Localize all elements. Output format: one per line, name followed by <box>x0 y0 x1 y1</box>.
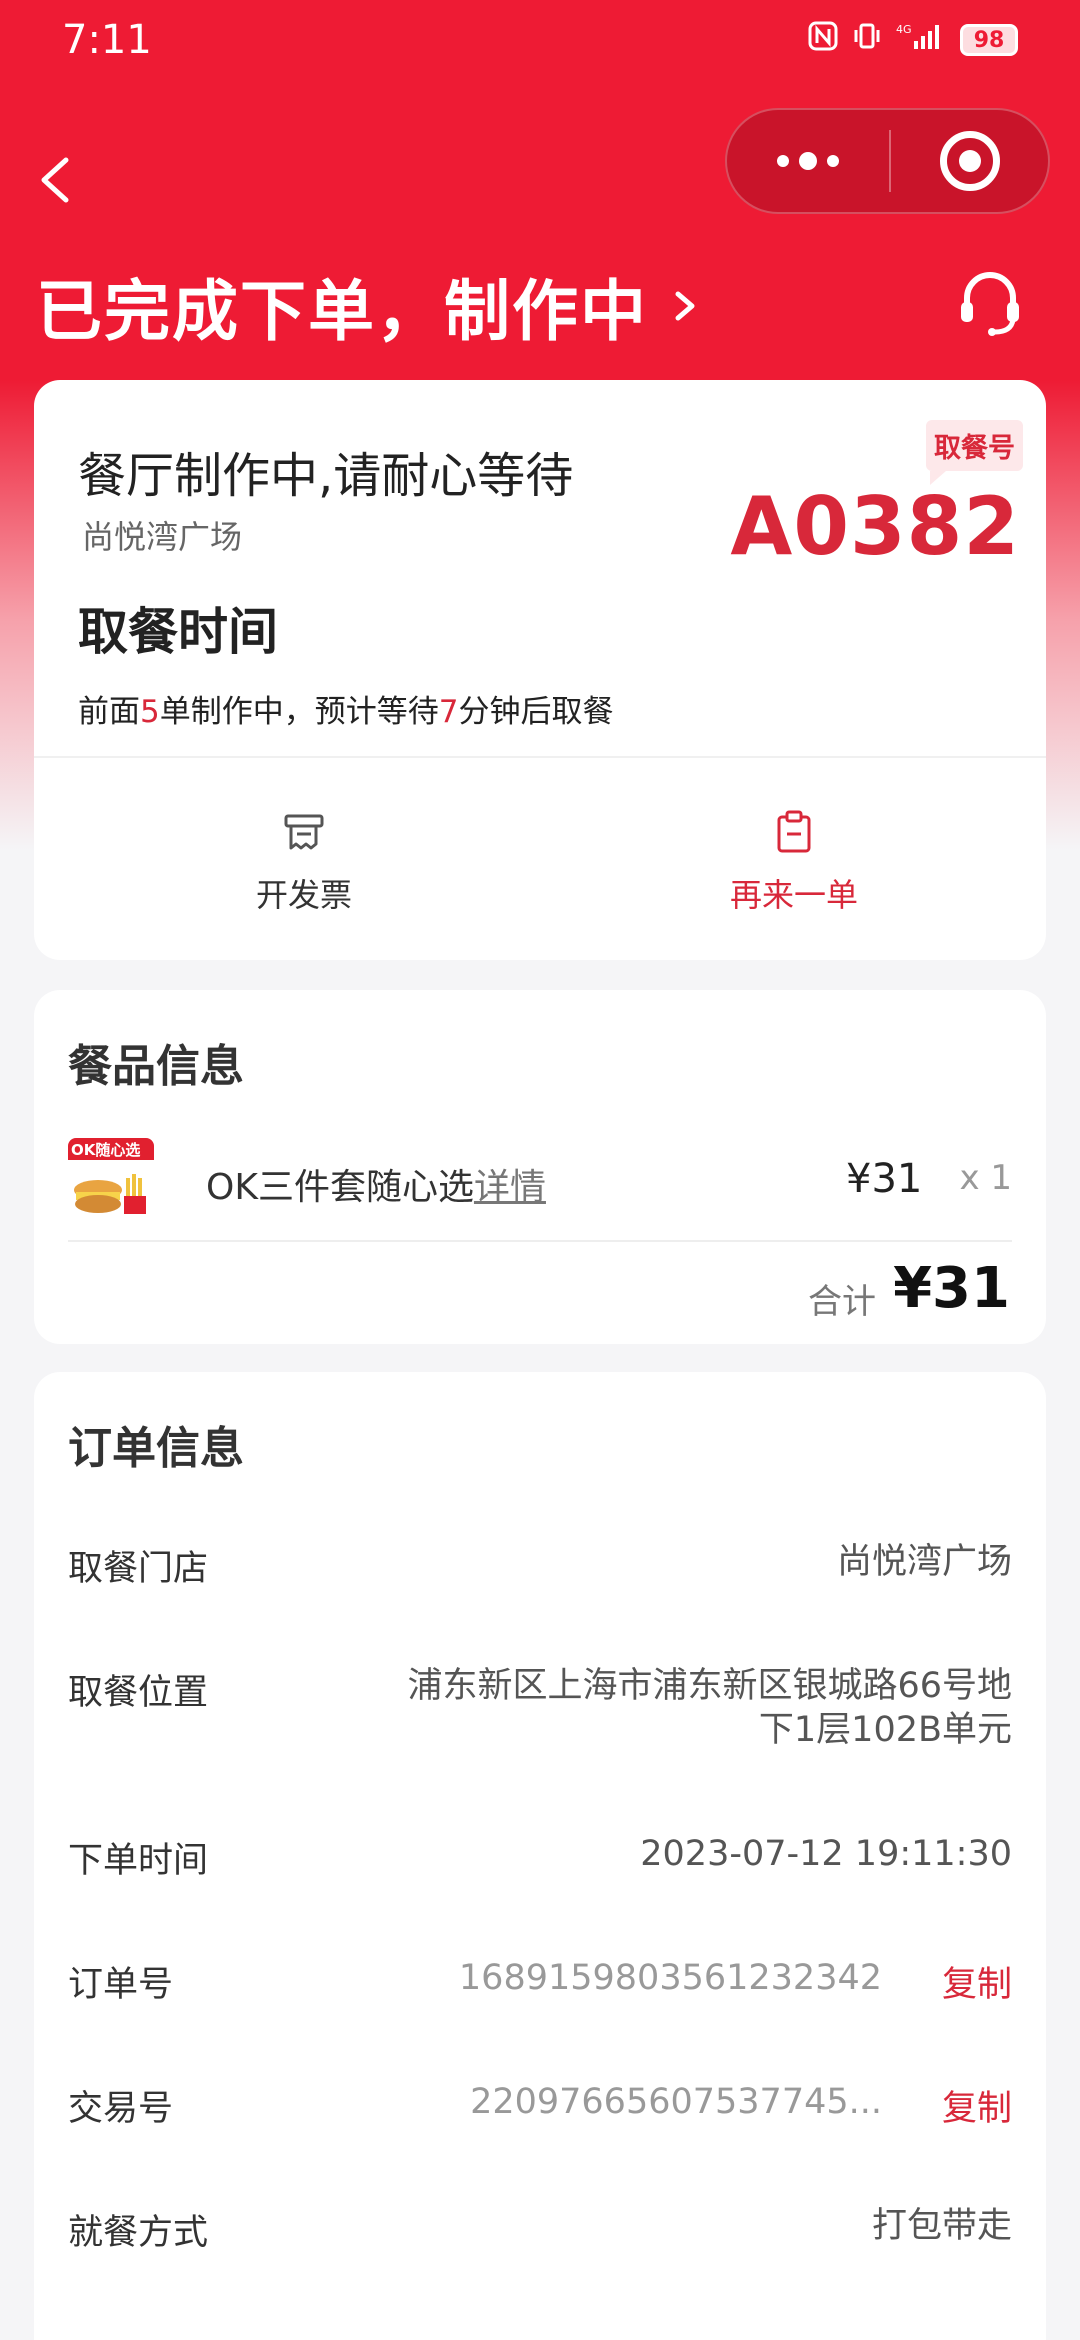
wait-prefix: 前面 <box>78 694 140 730</box>
copy-transaction-button[interactable]: 复制 <box>942 2080 1012 2131</box>
item-thumbnail: OK随心选 <box>68 1138 154 1224</box>
status-bar: 7:11 4G 98 <box>0 0 1080 80</box>
chevron-left-icon <box>41 157 69 203</box>
wait-middle: 单制作中，预计等待 <box>159 694 439 730</box>
pickup-number: A0382 <box>730 480 1020 573</box>
list-item: OK随心选 OK三件套随心选详情 ¥31 x 1 <box>68 1138 1012 1228</box>
location-line-2: 下1层102B单元 <box>758 1710 1012 1750</box>
item-detail-link[interactable]: 详情 <box>474 1167 546 1208</box>
network-label: 4G <box>896 23 912 36</box>
more-button[interactable] <box>727 110 889 212</box>
row-key: 取餐门店 <box>68 1549 209 1589</box>
status-headline: 餐厅制作中,请耐心等待 <box>78 448 574 504</box>
total-value: ¥31 <box>893 1256 1010 1321</box>
pickup-time-title: 取餐时间 <box>78 603 278 661</box>
row-value: 浦东新区上海市浦东新区银城路66号地 下1层102B单元 <box>407 1664 1012 1752</box>
receipt-icon <box>284 814 324 850</box>
customer-service-button[interactable] <box>955 268 1025 338</box>
order-status-text: 已完成下单，制作中 <box>36 273 648 350</box>
invoice-label: 开发票 <box>255 876 352 914</box>
wait-estimate: 前面5单制作中，预计等待7分钟后取餐 <box>78 686 613 731</box>
order-info-card: 订单信息 取餐门店 尚悦湾广场 取餐位置 浦东新区上海市浦东新区银城路66号地 … <box>34 1372 1046 2340</box>
total-label: 合计 <box>808 1282 876 1322</box>
back-button[interactable] <box>30 140 90 220</box>
order-info-title: 订单信息 <box>68 1423 244 1474</box>
order-status-title[interactable]: 已完成下单，制作中 <box>36 258 700 354</box>
thumb-label: OK随心选 <box>71 1141 140 1159</box>
item-name: OK三件套随心选详情 <box>206 1158 546 1210</box>
row-key: 订单号 <box>68 1965 174 2005</box>
item-name-text: OK三件套随心选 <box>206 1167 474 1208</box>
more-dots-icon <box>777 155 789 167</box>
status-icons: 4G 98 <box>808 21 1018 59</box>
invoice-button[interactable]: 开发票 <box>134 808 474 916</box>
close-button[interactable] <box>891 110 1048 212</box>
items-divider <box>68 1240 1012 1242</box>
more-dots-icon-center <box>799 152 817 170</box>
row-key: 下单时间 <box>68 1841 209 1881</box>
row-key: 取餐位置 <box>68 1673 209 1713</box>
store-name: 尚悦湾广场 <box>82 518 243 556</box>
item-quantity: x 1 <box>959 1158 1012 1198</box>
row-key: 交易号 <box>68 2089 174 2129</box>
headset-icon <box>961 272 1019 336</box>
miniprogram-capsule <box>725 108 1050 214</box>
row-value: 2023-07-12 19:11:30 <box>640 1834 1012 1874</box>
items-card: 餐品信息 OK随心选 OK三件套随心选详情 ¥31 x 1 合计 ¥31 <box>34 990 1046 1344</box>
pickup-number-label: 取餐号 <box>926 420 1023 485</box>
card-divider <box>34 756 1046 758</box>
nfc-icon <box>808 21 838 59</box>
orders-ahead-count: 5 <box>140 694 160 730</box>
more-dots-icon-right <box>827 155 839 167</box>
order-number: 1689159803561232342 <box>458 1958 882 1998</box>
4g-signal-icon: 4G <box>896 21 946 59</box>
order-status-card: 餐厅制作中,请耐心等待 尚悦湾广场 取餐号 A0382 取餐时间 前面5单制作中… <box>34 380 1046 960</box>
item-price: ¥31 <box>846 1156 923 1202</box>
vibrate-icon <box>852 21 882 59</box>
wait-minutes: 7 <box>438 694 459 730</box>
items-title: 餐品信息 <box>68 1041 244 1092</box>
row-key: 就餐方式 <box>68 2213 209 2253</box>
transaction-number: 22097665607537745... <box>470 2082 882 2122</box>
wait-suffix: 分钟后取餐 <box>458 694 614 730</box>
battery-icon: 98 <box>960 24 1018 56</box>
clipboard-icon <box>777 810 811 853</box>
status-time: 7:11 <box>62 17 152 63</box>
target-close-icon <box>939 131 1000 191</box>
copy-order-number-button[interactable]: 复制 <box>942 1956 1012 2007</box>
row-value: 尚悦湾广场 <box>836 1542 1012 1582</box>
reorder-button[interactable]: 再来一单 <box>624 808 964 916</box>
row-value: 打包带走 <box>871 2206 1012 2246</box>
reorder-label: 再来一单 <box>729 876 858 914</box>
chevron-right-icon <box>675 291 695 321</box>
location-line-1: 浦东新区上海市浦东新区银城路66号地 <box>407 1666 1012 1706</box>
